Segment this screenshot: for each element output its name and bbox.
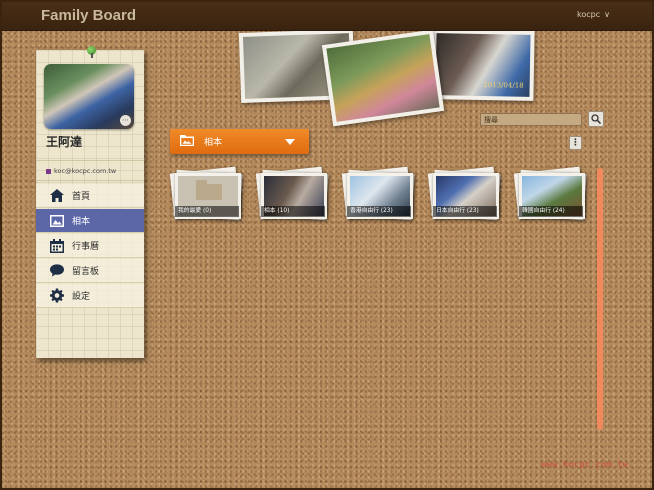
collage-photo-3[interactable]: 2013/04/18 — [431, 29, 535, 101]
sidebar-nav: 首頁 相本 行事曆 留言板 設定 — [36, 184, 144, 309]
album-card[interactable]: 日本自由行 (23) — [427, 166, 501, 221]
pushpin-icon — [87, 46, 97, 58]
search-input[interactable] — [480, 113, 582, 126]
collage-photo-2[interactable] — [321, 29, 445, 127]
photo-date-stamp: 2013/04/18 — [483, 81, 524, 90]
profile-email: koc@kocpc.com.tw — [46, 167, 116, 175]
sidebar-item-home[interactable]: 首頁 — [36, 184, 144, 208]
sidebar-item-message-board[interactable]: 留言板 — [36, 259, 144, 283]
search-icon — [591, 114, 601, 124]
album-card[interactable]: 韓國自由行 (24) — [513, 166, 587, 221]
sidebar-item-settings[interactable]: 設定 — [36, 284, 144, 308]
album-caption: 我的最愛 (0) — [175, 206, 239, 217]
more-options-button[interactable]: ⋮ — [569, 136, 582, 150]
search-button[interactable] — [588, 111, 604, 127]
photo-icon — [50, 214, 64, 228]
album-caption: 相本 (10) — [261, 206, 325, 217]
album-caption: 香港自由行 (23) — [347, 206, 411, 217]
sidebar-item-label: 相本 — [72, 217, 91, 227]
sidebar-item-label: 設定 — [72, 292, 91, 302]
sidebar-item-calendar[interactable]: 行事曆 — [36, 234, 144, 258]
sidebar-item-label: 首頁 — [72, 192, 91, 202]
chevron-down-icon[interactable]: ∨ — [604, 10, 610, 19]
calendar-icon — [50, 238, 64, 253]
album-dropdown[interactable]: 相本 — [170, 129, 309, 154]
chat-bubble-icon — [50, 264, 64, 278]
divider — [36, 180, 144, 181]
scrollbar[interactable] — [597, 168, 603, 430]
album-card[interactable]: 我的最愛 (0) — [169, 166, 243, 221]
watermark: www.kocpc.com.tw — [541, 460, 628, 470]
sidebar: ⋯ 王阿達 koc@kocpc.com.tw 首頁 相本 行事曆 留言板 設定 — [36, 46, 144, 358]
divider — [36, 160, 144, 161]
vertical-dots-icon: ⋮ — [571, 138, 580, 148]
email-marker-icon — [46, 168, 51, 174]
gear-icon — [50, 288, 64, 303]
app-title[interactable]: Family Board — [41, 7, 136, 24]
sidebar-item-label: 行事曆 — [72, 242, 100, 252]
album-caption: 韓國自由行 (24) — [519, 206, 583, 217]
home-icon — [50, 189, 64, 203]
album-caption: 日本自由行 (23) — [433, 206, 497, 217]
username-label[interactable]: kocpc — [577, 10, 600, 19]
more-dots-icon[interactable]: ⋯ — [120, 115, 131, 126]
sidebar-item-label: 留言板 — [72, 267, 100, 277]
album-dropdown-label: 相本 — [204, 138, 223, 148]
album-card[interactable]: 相本 (10) — [255, 166, 329, 221]
album-card[interactable]: 香港自由行 (23) — [341, 166, 415, 221]
album-folder-icon — [180, 134, 194, 149]
profile-name: 王阿達 — [46, 135, 83, 149]
top-bar: Family Board kocpc ∨ — [0, 0, 654, 31]
caret-down-icon — [285, 139, 295, 145]
sidebar-item-albums[interactable]: 相本 — [36, 209, 144, 233]
folder-icon — [196, 180, 222, 200]
user-menu[interactable]: kocpc ∨ — [577, 10, 610, 19]
profile-email-text: koc@kocpc.com.tw — [54, 167, 117, 175]
avatar[interactable]: ⋯ — [44, 64, 134, 129]
